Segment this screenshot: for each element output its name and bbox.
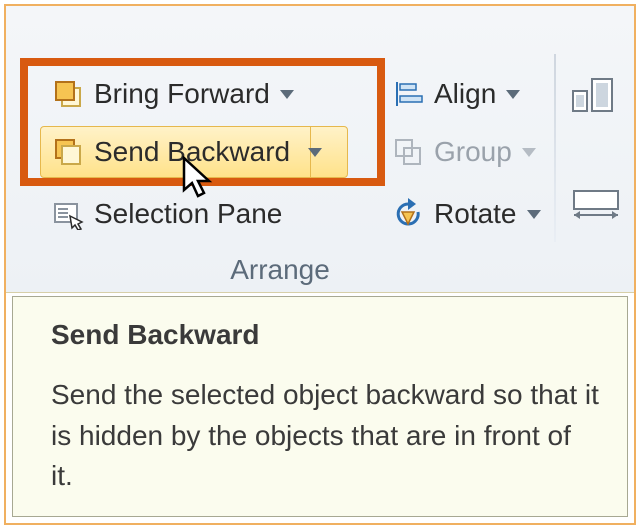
group-name-label: Arrange [6,254,554,286]
align-icon [392,78,424,110]
partial-button-2[interactable] [572,176,630,224]
bring-forward-label: Bring Forward [94,78,270,110]
send-backward-label: Send Backward [94,136,290,168]
group-separator [554,54,556,242]
bring-forward-icon [52,78,84,110]
rotate-button[interactable]: Rotate [392,190,541,238]
size-icon [572,75,614,113]
tooltip: Send Backward Send the selected object b… [12,296,628,517]
group-label: Group [434,136,512,168]
dropdown-caret-icon[interactable] [308,148,322,157]
window-frame: Bring Forward Send Backward [4,4,636,525]
tooltip-title: Send Backward [51,319,599,351]
bring-forward-button[interactable]: Bring Forward [52,70,294,118]
group-icon [392,136,424,168]
size-icon-2 [572,181,630,219]
align-label: Align [434,78,496,110]
dropdown-caret-icon[interactable] [506,90,520,99]
rotate-label: Rotate [434,198,517,230]
dropdown-caret-icon [522,148,536,157]
align-button[interactable]: Align [392,70,520,118]
send-backward-button[interactable]: Send Backward [52,128,322,176]
selection-pane-icon [52,198,84,230]
group-button: Group [392,128,536,176]
ribbon-arrange-group: Bring Forward Send Backward [6,6,634,293]
send-backward-icon [52,136,84,168]
selection-pane-label: Selection Pane [94,198,282,230]
selection-pane-button[interactable]: Selection Pane [52,190,282,238]
rotate-icon [392,198,424,230]
tooltip-description: Send the selected object backward so tha… [51,375,599,497]
partial-button-1[interactable] [572,70,614,118]
dropdown-caret-icon[interactable] [280,90,294,99]
dropdown-caret-icon[interactable] [527,210,541,219]
